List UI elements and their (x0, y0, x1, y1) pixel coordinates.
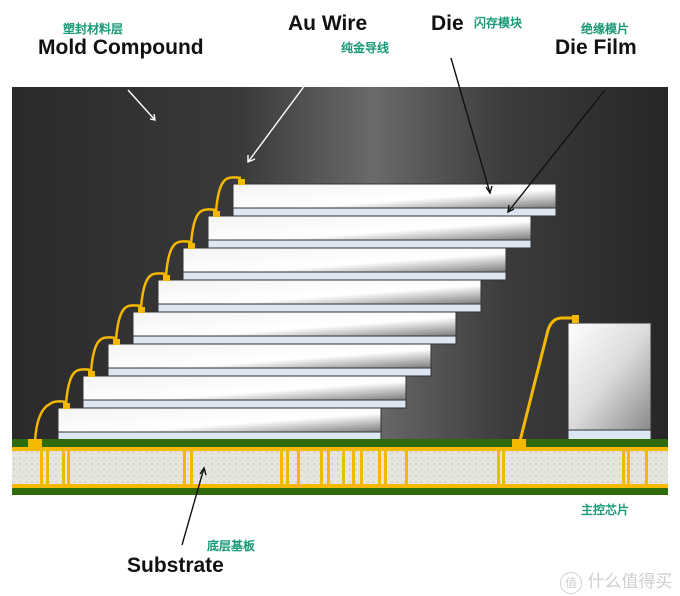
flash-die (182, 247, 507, 273)
substrate-via (627, 447, 630, 487)
controller-bond-pad (572, 315, 579, 323)
substrate-via (190, 447, 193, 487)
substrate-via (645, 447, 648, 487)
substrate-trace-top (12, 447, 668, 451)
die-cn-label: 闪存模块 (474, 16, 523, 30)
substrate-top-layer (12, 439, 668, 447)
die-film (57, 431, 382, 441)
substrate-via (280, 447, 283, 487)
substrate-via (286, 447, 289, 487)
die-film (107, 367, 432, 377)
nand-package-diagram: 塑封材料层 Mold Compound Au Wire 纯金导线 Die 闪存模… (0, 0, 680, 596)
substrate-via (405, 447, 408, 487)
substrate-label: Substrate (127, 554, 224, 577)
substrate-via (320, 447, 323, 487)
au-wire-label: Au Wire (288, 12, 368, 35)
die-film (207, 239, 532, 249)
diagram-canvas (12, 49, 668, 546)
controller-chip (567, 322, 652, 431)
substrate-via (502, 447, 505, 487)
flash-die (82, 375, 407, 401)
die-bond-pad (138, 307, 145, 313)
substrate-trace-bottom (12, 484, 668, 488)
substrate-via (360, 447, 363, 487)
flash-die (107, 343, 432, 369)
substrate-via (384, 447, 387, 487)
flash-die (132, 311, 457, 337)
substrate-core (12, 447, 668, 487)
au-wire-cn-label: 纯金导线 (341, 41, 390, 55)
substrate-cn-label: 底层基板 (207, 539, 256, 553)
substrate-via (62, 447, 65, 487)
substrate-via (378, 447, 381, 487)
substrate-via (183, 447, 186, 487)
substrate-via (297, 447, 300, 487)
die-bond-pad (88, 371, 95, 377)
substrate-via (342, 447, 345, 487)
substrate-via (40, 447, 43, 487)
substrate-via (352, 447, 355, 487)
substrate-via (327, 447, 330, 487)
die-film-cn-label: 绝缘模片 (581, 22, 630, 36)
die-bond-pad (63, 403, 70, 409)
substrate-via (497, 447, 500, 487)
substrate-via (67, 447, 70, 487)
controller-cn-label: 主控芯片 (581, 503, 630, 517)
die-film (82, 399, 407, 409)
substrate-via (622, 447, 625, 487)
die-bond-pad (163, 275, 170, 281)
substrate-via (46, 447, 49, 487)
mold-compound-label: Mold Compound (38, 36, 204, 59)
die-bond-pad (113, 339, 120, 345)
mold-compound-cn-label: 塑封材料层 (63, 22, 124, 36)
die-bond-pad (213, 211, 220, 217)
flash-die (57, 407, 382, 433)
flash-die (157, 279, 482, 305)
flash-die (232, 183, 557, 209)
die-film (182, 271, 507, 281)
controller-die-film (567, 429, 652, 441)
substrate-bond-pad (512, 439, 526, 447)
die-label: Die (431, 12, 464, 35)
watermark-logo: 值 什么值得买 (560, 567, 672, 594)
die-film (132, 335, 457, 345)
die-film (157, 303, 482, 313)
flash-die (207, 215, 532, 241)
die-film-label: Die Film (555, 36, 637, 59)
substrate-bottom-layer (12, 488, 668, 495)
die-bond-pad (238, 179, 245, 185)
substrate-bond-pad (28, 439, 42, 447)
die-bond-pad (188, 243, 195, 249)
